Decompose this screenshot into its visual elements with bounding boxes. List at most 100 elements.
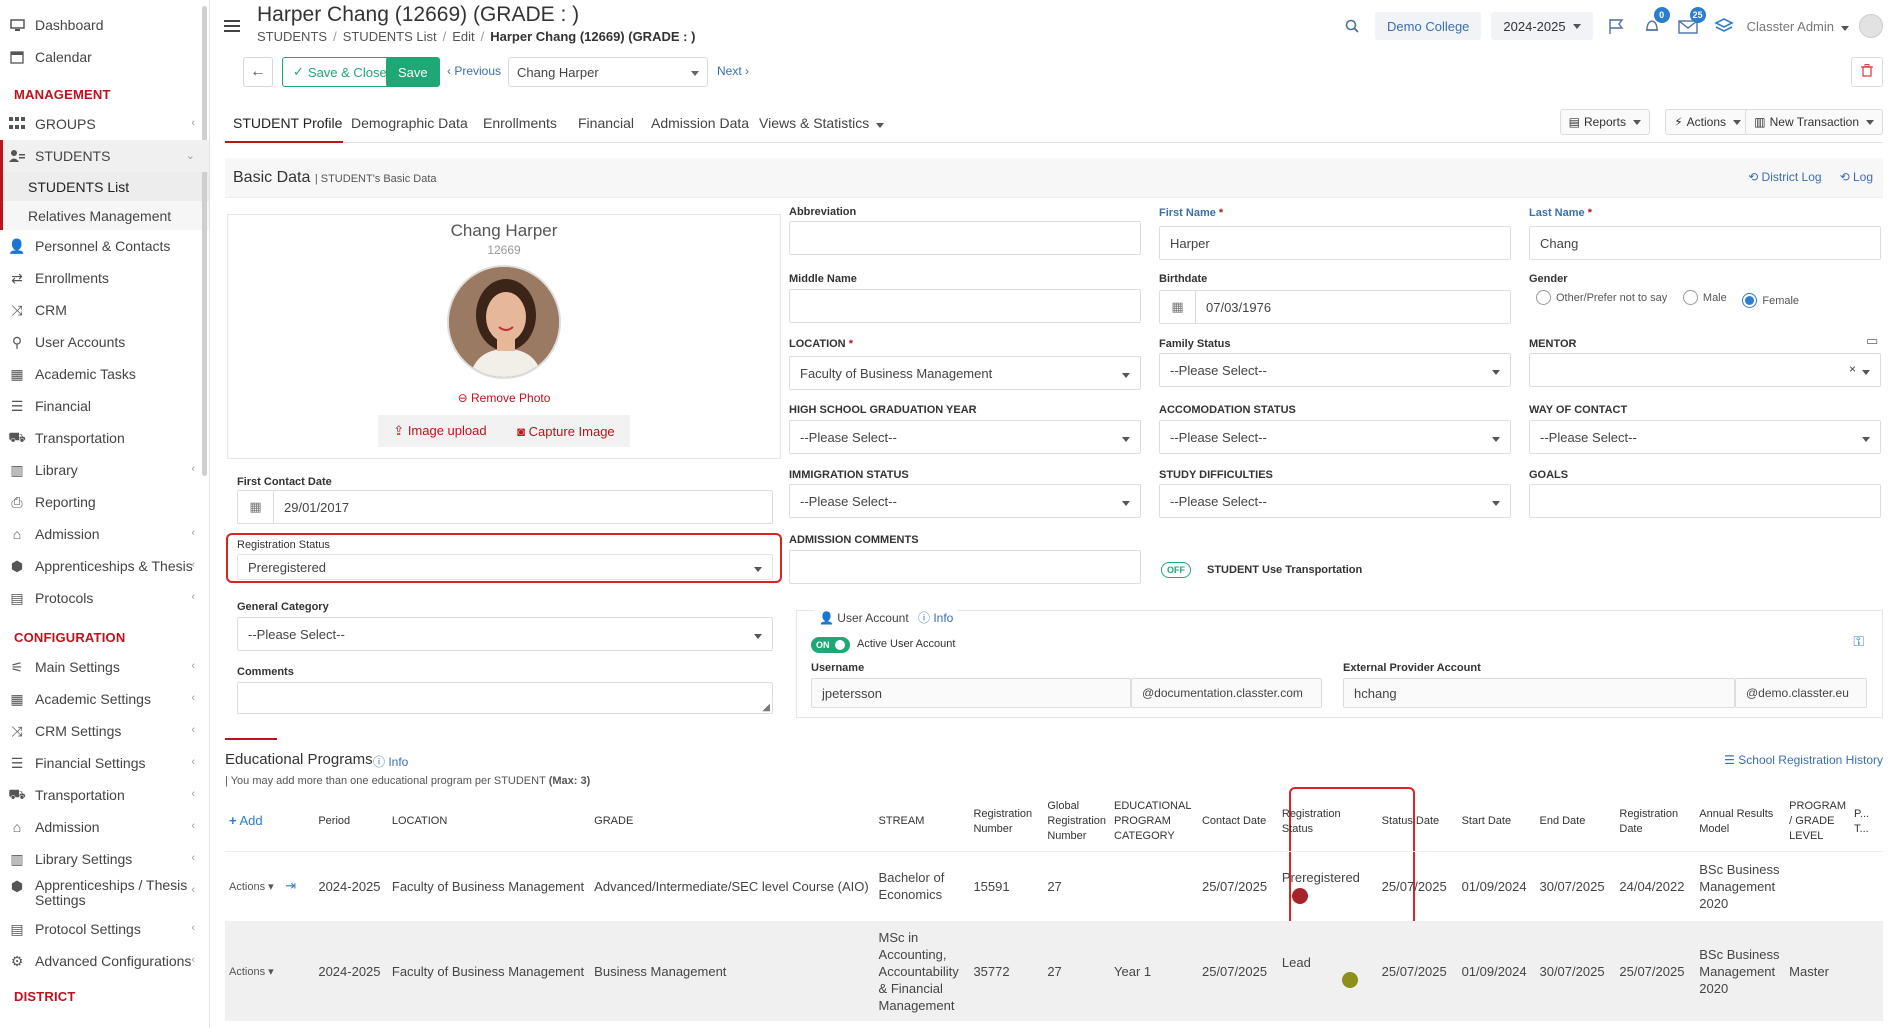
sidebar-subitem-relatives[interactable]: Relatives Management <box>0 201 209 230</box>
column-header[interactable]: STREAM <box>875 793 970 851</box>
new-transaction-button[interactable]: ▥ New Transaction <box>1745 109 1883 135</box>
year-selector[interactable]: 2024-2025 <box>1491 12 1593 40</box>
reg-status-select[interactable]: Preregistered <box>237 554 773 580</box>
calendar-icon[interactable]: ▦ <box>1160 291 1196 323</box>
breadcrumb-item[interactable]: Edit <box>452 29 474 44</box>
immigration-select[interactable]: --Please Select-- <box>789 484 1141 518</box>
gender-option-female[interactable]: Female <box>1742 293 1799 308</box>
image-upload-button[interactable]: ⇪ Image upload <box>393 423 486 439</box>
sidebar-item-protocols[interactable]: ▤ Protocols ‹ <box>0 582 209 614</box>
district-log-link[interactable]: ⟲ District Log <box>1748 170 1821 184</box>
college-selector[interactable]: Demo College <box>1375 12 1482 40</box>
external-account-input[interactable]: hchang <box>1343 678 1735 708</box>
sidebar-item-library[interactable]: ▥ Library ‹ <box>0 454 209 486</box>
sidebar-item-admission[interactable]: ⌂ Admission ‹ <box>0 811 209 843</box>
flag-icon[interactable] <box>1603 13 1629 39</box>
study-difficulties-select[interactable]: --Please Select-- <box>1159 484 1511 518</box>
column-header[interactable]: Contact Date <box>1198 793 1278 851</box>
last-name-input[interactable]: Chang <box>1529 226 1881 260</box>
family-status-select[interactable]: --Please Select-- <box>1159 353 1511 387</box>
log-link[interactable]: ⟲ Log <box>1840 170 1873 184</box>
column-header[interactable]: Global Registration Number <box>1043 793 1110 851</box>
row-actions-menu[interactable]: Actions ▾ <box>229 881 274 893</box>
hs-grad-select[interactable]: --Please Select-- <box>789 420 1141 454</box>
mail-icon[interactable]: 25 <box>1675 7 1706 39</box>
table-row[interactable]: Actions ▾ 2024-2025 Faculty of Business … <box>225 921 1883 1021</box>
sidebar-item-apprenticeships-thesis[interactable]: ⬢ Apprenticeships & Thesis ‹ <box>0 550 209 582</box>
breadcrumb-item[interactable]: STUDENTS <box>257 29 327 44</box>
active-account-toggle[interactable]: ON <box>811 637 850 653</box>
goals-input[interactable] <box>1529 484 1881 518</box>
sidebar-item-main-settings[interactable]: ⚟ Main Settings ‹ <box>0 651 209 683</box>
save-button[interactable]: Save <box>386 57 440 87</box>
abbreviation-input[interactable] <box>789 221 1141 255</box>
actions-button[interactable]: ⚡ Actions <box>1665 109 1750 135</box>
edu-info-link[interactable]: ⓘ Info <box>373 753 408 770</box>
sidebar-item-library-settings[interactable]: ▥ Library Settings ‹ <box>0 843 209 875</box>
calendar-icon[interactable]: ▦ <box>238 491 274 523</box>
clear-icon[interactable]: × <box>1849 362 1856 376</box>
column-header[interactable]: Registration Number <box>969 793 1043 851</box>
column-header[interactable]: Status Date <box>1378 793 1458 851</box>
tab-financial[interactable]: Financial <box>578 115 634 131</box>
general-category-select[interactable]: --Please Select-- <box>237 617 773 651</box>
previous-link[interactable]: ‹ Previous <box>447 64 501 78</box>
column-header[interactable]: LOCATION <box>388 793 590 851</box>
tab-student-profile[interactable]: STUDENT Profile <box>233 115 342 131</box>
sidebar-item-calendar[interactable]: Calendar <box>0 41 209 73</box>
sidebar-item-enrollments[interactable]: ⇄ Enrollments <box>0 262 209 294</box>
tab-views-statistics[interactable]: Views & Statistics <box>759 115 885 131</box>
user-account-info-link[interactable]: ⓘ Info <box>918 611 953 625</box>
table-row[interactable]: Actions ▾ ⇥ 2024-2025 Faculty of Busines… <box>225 850 1883 921</box>
sidebar-item-students[interactable]: STUDENTS ⌄ <box>0 140 209 172</box>
back-button[interactable]: ← <box>243 57 273 87</box>
sidebar-item-transportation[interactable]: ⛟ Transportation ‹ <box>0 779 209 811</box>
key-icon[interactable]: ⚿ <box>1853 633 1864 650</box>
delete-button[interactable] <box>1851 57 1883 87</box>
bell-icon[interactable]: 0 <box>1639 7 1670 39</box>
sidebar-item-apprenticeships-thesis-settings[interactable]: ⬢ Apprenticeships / Thesis Settings ‹ <box>0 875 209 913</box>
column-header[interactable]: EDUCATIONAL PROGRAM CATEGORY <box>1110 793 1198 851</box>
sidebar-item-advanced-configurations[interactable]: ⚙ Advanced Configurations ‹ <box>0 945 209 977</box>
sidebar-item-groups[interactable]: GROUPS ‹ <box>0 108 209 140</box>
mentor-select[interactable]: × <box>1529 353 1881 387</box>
hamburger-menu-icon[interactable] <box>224 20 240 32</box>
avatar[interactable] <box>1859 14 1883 38</box>
column-header[interactable]: Annual Results Model <box>1695 793 1785 851</box>
comments-textarea[interactable]: ◢ <box>237 682 773 714</box>
sidebar-item-transportation[interactable]: ⛟ Transportation <box>0 422 209 454</box>
sidebar-item-financial[interactable]: ☰ Financial <box>0 390 209 422</box>
admission-comments-input[interactable] <box>789 550 1141 584</box>
sidebar-subitem-students-list[interactable]: STUDENTS List <box>0 172 209 201</box>
sidebar-item-dashboard[interactable]: Dashboard <box>0 9 209 41</box>
birthdate-field[interactable]: ▦ 07/03/1976 <box>1159 290 1511 324</box>
sidebar-item-protocol-settings[interactable]: ▤ Protocol Settings ‹ <box>0 913 209 945</box>
column-header[interactable]: GRADE <box>590 793 874 851</box>
sidebar-item-reporting[interactable]: ⎙ Reporting <box>0 486 209 518</box>
tab-admission-data[interactable]: Admission Data <box>651 115 749 131</box>
column-header[interactable]: PROGRAM / GRADE LEVEL <box>1785 793 1850 851</box>
capture-image-button[interactable]: ◙ Capture Image <box>517 424 614 439</box>
reports-button[interactable]: ▤ Reports <box>1559 109 1650 135</box>
way-contact-select[interactable]: --Please Select-- <box>1529 420 1881 454</box>
save-close-button[interactable]: ✓ Save & Close <box>282 57 398 87</box>
first-contact-field[interactable]: ▦ 29/01/2017 <box>237 490 773 524</box>
breadcrumb-item[interactable]: STUDENTS List <box>343 29 437 44</box>
column-header[interactable]: Period <box>314 793 388 851</box>
tab-demographic-data[interactable]: Demographic Data <box>351 115 468 131</box>
sidebar-item-academic-settings[interactable]: ▦ Academic Settings ‹ <box>0 683 209 715</box>
row-actions-menu[interactable]: Actions ▾ <box>229 966 274 978</box>
layers-icon[interactable] <box>1711 13 1737 39</box>
resize-handle-icon[interactable]: ◢ <box>762 702 770 713</box>
user-menu[interactable]: Classter Admin <box>1747 19 1849 34</box>
accomodation-select[interactable]: --Please Select-- <box>1159 420 1511 454</box>
sidebar-item-crm[interactable]: ⤨ CRM <box>0 294 209 326</box>
column-header[interactable]: P... T... <box>1850 793 1883 851</box>
sidebar-item-admission[interactable]: ⌂ Admission ‹ <box>0 518 209 550</box>
gender-option-other[interactable]: Other/Prefer not to say <box>1536 290 1667 305</box>
add-program-button[interactable]: + Add <box>225 793 314 851</box>
registration-history-link[interactable]: ☰ School Registration History <box>1724 753 1883 767</box>
sidebar-item-personnel-contacts[interactable]: 👤 Personnel & Contacts <box>0 230 209 262</box>
sidebar-item-user-accounts[interactable]: ⚲ User Accounts <box>0 326 209 358</box>
middle-name-input[interactable] <box>789 289 1141 323</box>
